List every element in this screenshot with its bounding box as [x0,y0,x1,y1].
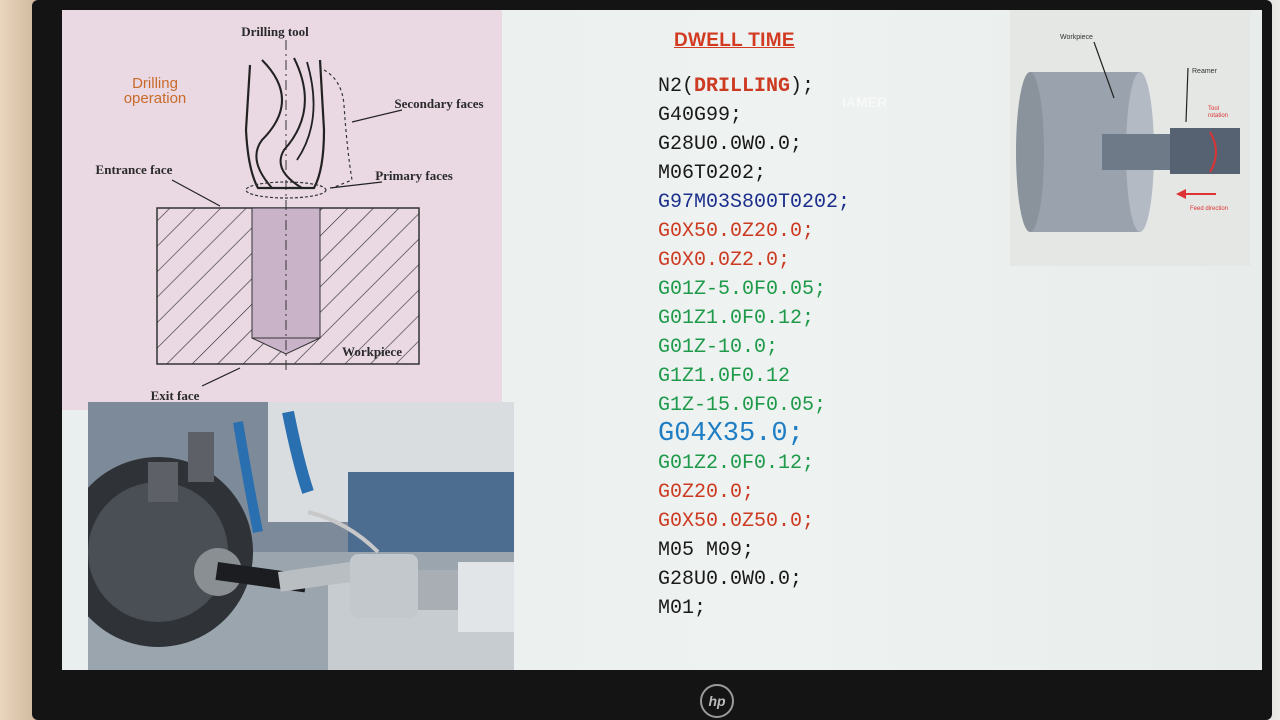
reaming-diagram: Workpiece Reamer Tool rotation Feed dire… [1010,10,1250,266]
gcode-line: G0X0.0Z2.0; [658,249,791,272]
gcode-line: M01; [658,597,707,620]
drill-flute-3 [296,61,315,161]
presentation-slide: Drilling tool Drilling operation Seconda… [62,10,1262,670]
gcode-line: G01Z2.0F0.12; [658,452,815,475]
label-workpiece: Workpiece [342,344,402,359]
drilling-diagram: Drilling tool Drilling operation Seconda… [62,10,502,410]
label-secondary-faces: Secondary faces [394,96,484,111]
gcode-listing: N2(DRILLING); G40G99; G28U0.0W0.0; M06T0202… [658,72,850,623]
gcode-line: G01Z1.0F0.12; [658,307,815,330]
gcode-line: G01Z-10.0; [658,336,779,359]
label-drilling-operation: Drilling operation [123,75,187,107]
secondary-faces-outline [323,69,353,189]
label-feed-direction: Feed direction [1190,206,1229,212]
gcode-line: M06T0202; [658,162,767,185]
label-exit-face: Exit face [150,388,200,403]
drilling-diagram-drawing [156,40,420,387]
label-reamer: Reamer [1192,68,1217,75]
secondary-faces-arrow [351,109,403,123]
gcode-line-highlight: DRILLING [694,75,791,98]
gcode-line: G40G99; [658,104,743,127]
gcode-line-prefix: N2( [658,75,695,98]
exit-face-arrow [201,367,241,387]
gcode-line: G0X50.0Z50.0; [658,510,815,533]
label-entrance-face: Entrance face [95,162,173,177]
slide-title: DWELL TIME [674,30,795,51]
lathe-photo-drawing [88,402,514,670]
gcode-line: G28U0.0W0.0; [658,133,803,156]
lathe-photo [88,402,514,670]
label-drilling-tool: Drilling tool [241,24,309,39]
drill-flute-2 [279,57,306,189]
gcode-line: N2(DRILLING); [658,72,850,101]
drill-flute-1 [255,59,283,189]
gcode-line: G04X35.0; [658,419,804,449]
label-primary-faces: Primary faces [375,168,453,183]
gcode-line: G1Z1.0F0.12 [658,365,791,388]
gcode-line: G01Z-5.0F0.05; [658,278,827,301]
gcode-line: G0Z20.0; [658,481,755,504]
label-lathe-workpiece: Workpiece [1060,34,1093,41]
hp-logo: hp [700,684,734,718]
reaming-diagram-drawing [1016,41,1240,232]
gcode-line: G1Z-15.0F0.05; [658,394,827,417]
entrance-face-arrow [171,179,221,207]
gcode-line: G0X50.0Z20.0; [658,220,815,243]
gcode-line-suffix: ); [790,75,815,98]
label-tool-rotation: Tool rotation [1208,106,1229,119]
gcode-line: G28U0.0W0.0; [658,568,803,591]
gcode-line: M05 M09; [658,539,755,562]
gcode-line: G97M03S800T0202; [658,191,851,214]
